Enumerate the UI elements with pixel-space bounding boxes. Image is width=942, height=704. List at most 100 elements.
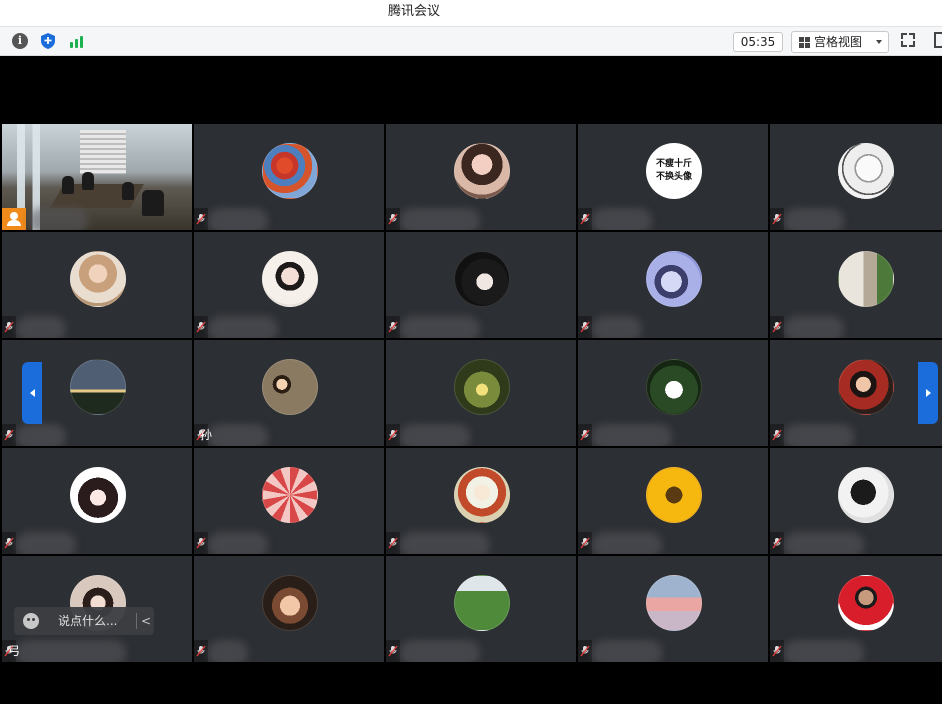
avatar bbox=[70, 467, 126, 523]
avatar bbox=[838, 143, 894, 199]
participant-name: 弓 bbox=[8, 644, 21, 658]
name-redaction bbox=[400, 316, 480, 338]
name-redaction bbox=[784, 316, 844, 338]
mic-muted-icon bbox=[386, 316, 400, 338]
collapse-chat-button[interactable]: < bbox=[141, 607, 151, 635]
fullscreen-icon[interactable] bbox=[901, 33, 915, 47]
mic-muted-icon bbox=[578, 316, 592, 338]
avatar bbox=[838, 251, 894, 307]
avatar-text: 不瘦十斤 bbox=[655, 159, 692, 169]
participant-tile[interactable] bbox=[578, 556, 768, 662]
name-redaction bbox=[208, 640, 248, 662]
emoji-icon[interactable] bbox=[23, 613, 39, 629]
name-redaction bbox=[208, 316, 278, 338]
avatar bbox=[454, 143, 510, 199]
avatar bbox=[262, 251, 318, 307]
name-redaction bbox=[400, 532, 490, 554]
prev-page-button[interactable] bbox=[22, 362, 42, 424]
participant-tile[interactable] bbox=[386, 232, 576, 338]
participant-tile[interactable] bbox=[194, 556, 384, 662]
participant-tile[interactable]: 孙 bbox=[194, 340, 384, 446]
mic-muted-icon bbox=[194, 208, 208, 230]
participant-tile[interactable] bbox=[770, 232, 942, 338]
name-redaction bbox=[400, 640, 480, 662]
name-redaction bbox=[784, 208, 844, 230]
chat-placeholder: 说点什么... bbox=[58, 614, 118, 628]
participant-tile[interactable] bbox=[194, 448, 384, 554]
participant-tile[interactable] bbox=[2, 448, 192, 554]
mic-muted-icon bbox=[194, 640, 208, 662]
mic-muted-icon bbox=[770, 316, 784, 338]
participant-tile[interactable] bbox=[194, 124, 384, 230]
avatar bbox=[262, 467, 318, 523]
view-mode-label: 宫格视图 bbox=[814, 35, 863, 49]
mic-muted-icon bbox=[2, 424, 16, 446]
name-redaction bbox=[400, 424, 470, 446]
participant-tile[interactable] bbox=[386, 340, 576, 446]
view-mode-dropdown[interactable]: 宫格视图 bbox=[791, 31, 889, 53]
name-redaction bbox=[784, 640, 864, 662]
participant-tile[interactable] bbox=[578, 340, 768, 446]
mic-muted-icon bbox=[578, 640, 592, 662]
participant-tile[interactable]: 不瘦十斤 不换头像 bbox=[578, 124, 768, 230]
avatar bbox=[70, 359, 126, 415]
avatar: 不瘦十斤 不换头像 bbox=[646, 143, 702, 199]
mic-muted-icon bbox=[386, 640, 400, 662]
side-panel-icon[interactable] bbox=[934, 32, 942, 48]
participant-tile[interactable] bbox=[770, 340, 942, 446]
name-redaction bbox=[28, 208, 88, 230]
avatar bbox=[838, 467, 894, 523]
avatar bbox=[454, 251, 510, 307]
name-redaction bbox=[784, 424, 854, 446]
participant-tile[interactable] bbox=[578, 232, 768, 338]
mic-muted-icon bbox=[578, 208, 592, 230]
avatar bbox=[262, 359, 318, 415]
participant-tile[interactable] bbox=[2, 232, 192, 338]
grid-icon bbox=[799, 37, 810, 48]
participant-tile[interactable] bbox=[2, 124, 192, 230]
name-redaction bbox=[592, 316, 642, 338]
mic-muted-icon bbox=[770, 640, 784, 662]
participant-grid: 不瘦十斤不换头像孙弓 bbox=[2, 124, 942, 664]
participant-tile[interactable] bbox=[770, 124, 942, 230]
avatar bbox=[646, 467, 702, 523]
name-redaction bbox=[592, 208, 652, 230]
mic-muted-icon bbox=[386, 208, 400, 230]
meeting-toolbar: i 05:35 宫格视图 bbox=[0, 27, 942, 56]
mic-muted-icon bbox=[770, 424, 784, 446]
arrow-left-icon bbox=[29, 389, 35, 397]
name-redaction bbox=[16, 532, 76, 554]
mic-muted-icon bbox=[194, 316, 208, 338]
participant-tile[interactable] bbox=[386, 448, 576, 554]
mic-muted-icon bbox=[578, 424, 592, 446]
mic-muted-icon bbox=[2, 316, 16, 338]
avatar bbox=[454, 359, 510, 415]
info-icon[interactable]: i bbox=[10, 31, 30, 51]
participant-tile[interactable] bbox=[194, 232, 384, 338]
next-page-button[interactable] bbox=[918, 362, 938, 424]
name-redaction bbox=[16, 424, 66, 446]
name-redaction bbox=[208, 532, 268, 554]
participant-tile[interactable] bbox=[386, 124, 576, 230]
chat-input[interactable]: 说点什么... < bbox=[14, 607, 154, 635]
mic-muted-icon bbox=[578, 532, 592, 554]
participant-tile[interactable] bbox=[578, 448, 768, 554]
participant-tile[interactable] bbox=[770, 556, 942, 662]
mic-muted-icon bbox=[194, 532, 208, 554]
meeting-timer: 05:35 bbox=[733, 32, 783, 52]
avatar bbox=[70, 251, 126, 307]
participant-tile[interactable] bbox=[386, 556, 576, 662]
participant-tile[interactable] bbox=[770, 448, 942, 554]
name-redaction bbox=[208, 208, 268, 230]
name-redaction bbox=[400, 208, 480, 230]
signal-icon[interactable] bbox=[66, 31, 86, 51]
avatar bbox=[454, 467, 510, 523]
avatar bbox=[262, 575, 318, 631]
name-redaction bbox=[592, 424, 672, 446]
avatar-text: 不换头像 bbox=[655, 172, 692, 182]
window-title: 腾讯会议 bbox=[388, 4, 441, 19]
participant-name: 孙 bbox=[200, 428, 213, 442]
shield-icon[interactable] bbox=[38, 31, 58, 51]
avatar bbox=[646, 359, 702, 415]
mic-muted-icon bbox=[386, 532, 400, 554]
